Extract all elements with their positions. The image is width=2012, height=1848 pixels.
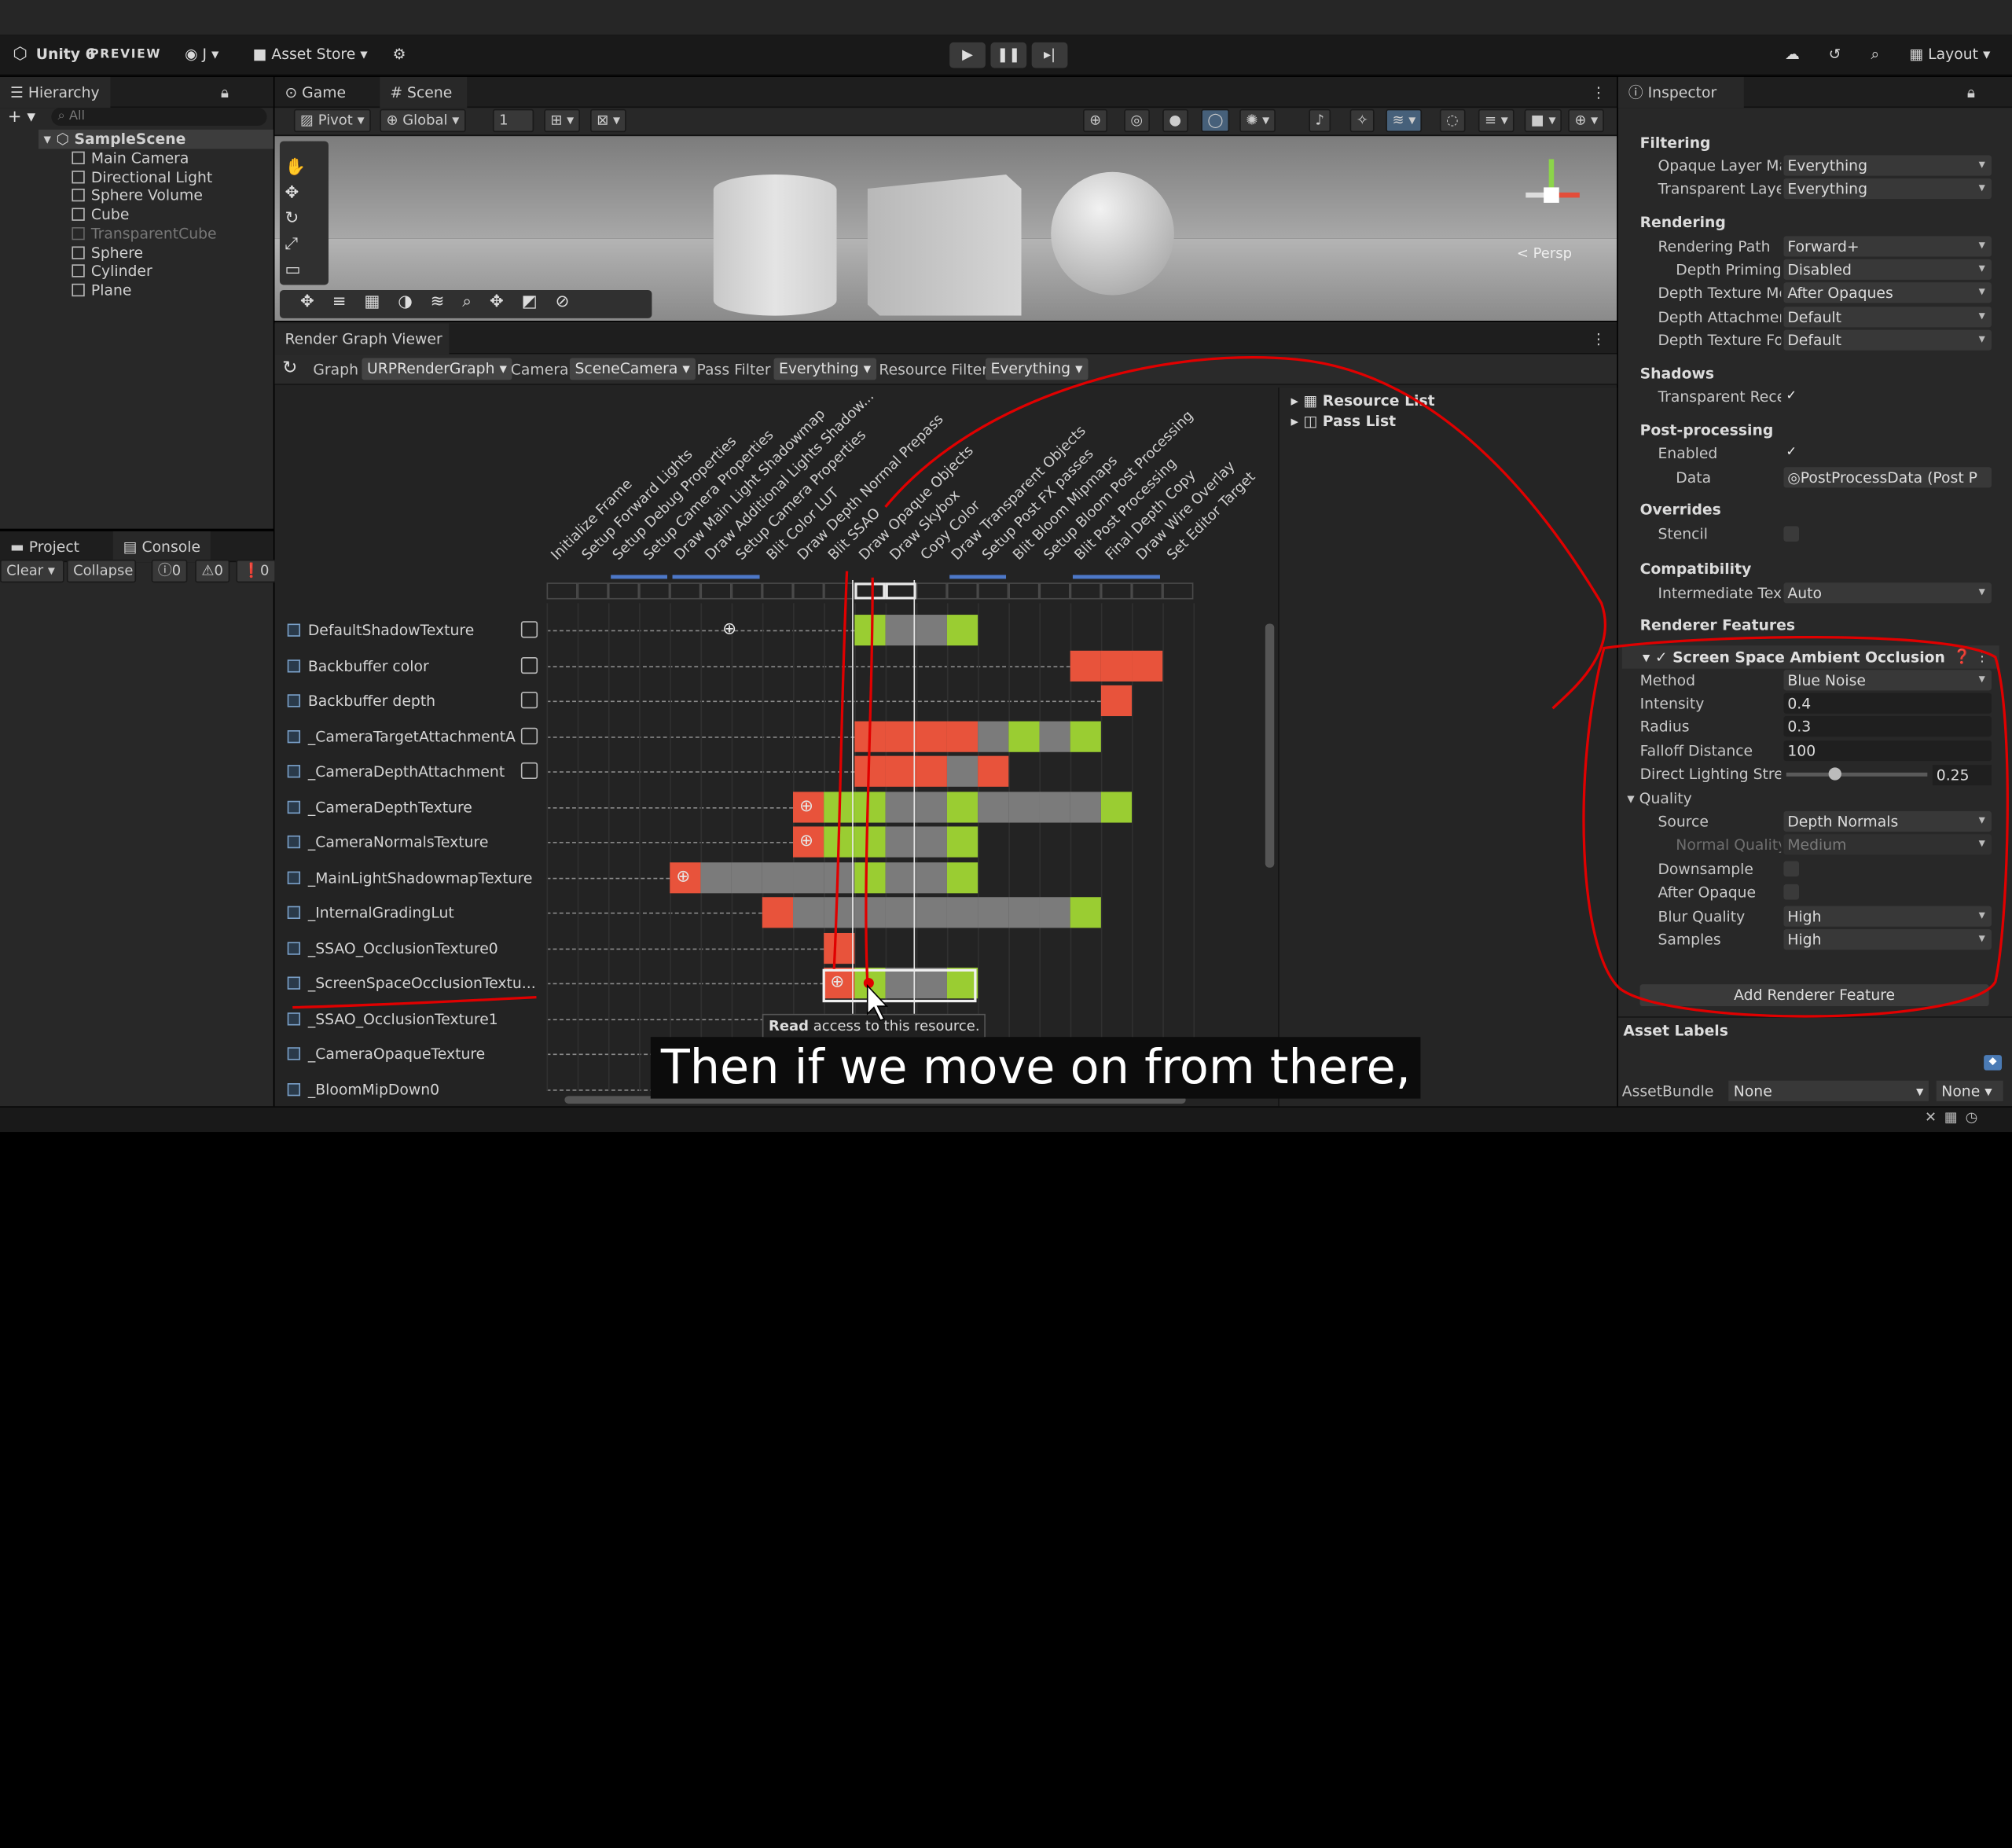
video-subtitle: Then if we move on from there,	[650, 1037, 1421, 1099]
annotation-overlay	[292, 356, 2009, 1021]
annotation-stroke	[832, 356, 1607, 983]
annotation-underline	[292, 995, 537, 1009]
mouse-cursor-icon	[866, 983, 889, 1021]
annotation-circle	[1582, 635, 2009, 1018]
